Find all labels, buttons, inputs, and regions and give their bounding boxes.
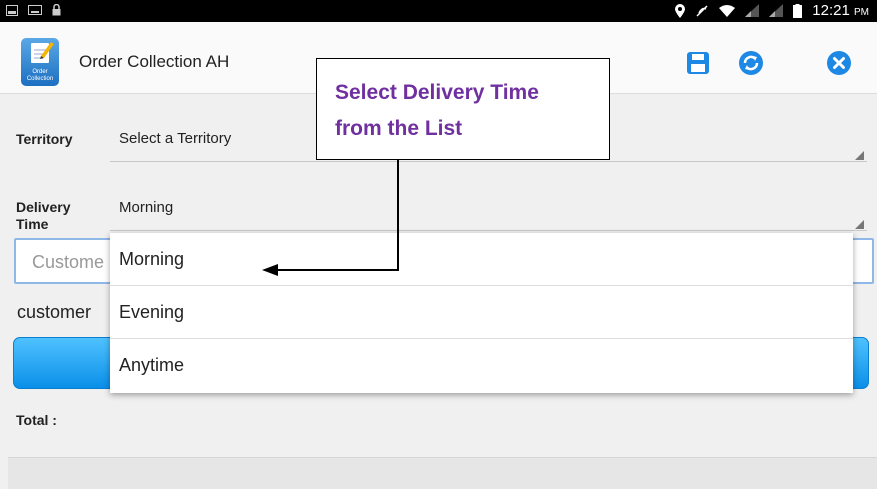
territory-dropdown-arrow-icon [855,151,864,160]
territory-label: Territory [16,131,73,147]
annotation-text: Select Delivery Time from the List [335,75,605,147]
annotation-line1: Select Delivery Time [335,81,539,104]
dropdown-option-evening[interactable]: Evening [110,286,853,339]
delivery-time-label: Delivery Time [16,199,70,233]
location-icon [675,3,686,18]
customer-placeholder: Custome [32,252,105,272]
annotation-callout: Select Delivery Time from the List [316,58,610,160]
sync-button[interactable] [738,50,764,76]
clock: 12:21 PM [812,2,869,19]
save-button[interactable] [685,50,711,76]
annotation-line2: from the List [335,117,463,140]
delivery-label-line1: Delivery [16,199,71,215]
dropdown-option-anytime[interactable]: Anytime [110,339,853,392]
signal-2-icon [769,4,784,17]
territory-underline [110,161,867,162]
delivery-dropdown-arrow-icon [855,220,864,229]
customer-text: customer [17,302,92,322]
close-icon [827,51,851,75]
sync-icon [739,51,763,75]
wifi-icon [719,5,736,17]
app-title: Order Collection AH [79,52,230,71]
battery-icon [793,3,803,18]
app-logo: Order Collection [21,38,59,86]
bottom-bar [8,457,877,489]
keyboard-icon [28,5,42,15]
delivery-label-line2: Time [16,216,49,232]
delivery-time-spinner[interactable]: Morning [119,199,173,216]
total-label: Total : [16,412,57,428]
notepad-pencil-icon [31,42,54,63]
signal-1-icon [745,4,760,17]
mute-icon [696,4,708,17]
status-bar: 12:21 PM [0,0,877,22]
delivery-time-underline [110,230,867,231]
save-icon [687,52,709,74]
territory-spinner[interactable]: Select a Territory [119,130,231,147]
lock-icon [52,4,61,16]
dropdown-option-morning[interactable]: Morning [110,233,853,286]
app-icon-label: Order Collection [26,69,54,82]
screenshot-icon [6,4,18,16]
delivery-time-dropdown: Morning Evening Anytime [110,233,853,393]
close-button[interactable] [826,50,852,76]
